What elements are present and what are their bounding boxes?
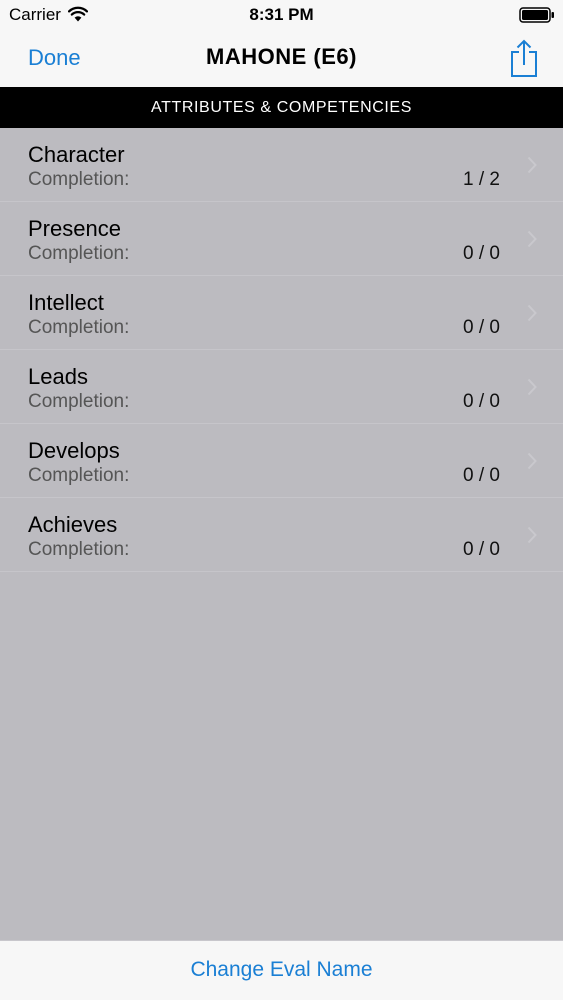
- row-title: Develops: [28, 438, 120, 463]
- row-title: Leads: [28, 364, 88, 389]
- chevron-right-icon: [527, 378, 537, 396]
- completion-count: 0 / 0: [463, 243, 500, 264]
- chevron-right-icon: [527, 230, 537, 248]
- row-subtitle: Completion:: [28, 243, 130, 264]
- status-time: 8:31 PM: [249, 5, 314, 24]
- completion-count: 0 / 0: [463, 391, 500, 412]
- completion-count: 0 / 0: [463, 465, 500, 486]
- bottom-toolbar: Change Eval Name: [0, 940, 563, 1000]
- screen: Carrier 8:31 PM Done MAHONE (E6) ATTRIBU…: [0, 0, 563, 1000]
- row-subtitle: Completion:: [28, 317, 130, 338]
- completion-count: 0 / 0: [463, 317, 500, 338]
- completion-count: 0 / 0: [463, 539, 500, 560]
- competency-list: Character Completion: 1 / 2 Presence Com…: [0, 128, 563, 572]
- row-title: Intellect: [28, 290, 104, 315]
- list-item-character[interactable]: Character Completion: 1 / 2: [0, 128, 563, 202]
- list-item-intellect[interactable]: Intellect Completion: 0 / 0: [0, 276, 563, 350]
- chevron-right-icon: [527, 156, 537, 174]
- status-bar: Carrier 8:31 PM: [0, 0, 563, 30]
- chevron-right-icon: [527, 452, 537, 470]
- row-subtitle: Completion:: [28, 465, 130, 486]
- row-title: Character: [28, 142, 125, 167]
- battery-icon: [519, 7, 554, 23]
- share-icon[interactable]: [509, 38, 539, 78]
- section-header: ATTRIBUTES & COMPETENCIES: [0, 87, 563, 128]
- chevron-right-icon: [527, 304, 537, 322]
- page-title: MAHONE (E6): [206, 44, 357, 69]
- row-title: Achieves: [28, 512, 118, 537]
- row-subtitle: Completion:: [28, 539, 130, 560]
- change-eval-name-button[interactable]: Change Eval Name: [0, 958, 563, 982]
- navigation-bar: Done MAHONE (E6): [0, 30, 563, 87]
- list-item-develops[interactable]: Develops Completion: 0 / 0: [0, 424, 563, 498]
- row-title: Presence: [28, 216, 121, 241]
- completion-count: 1 / 2: [463, 169, 500, 190]
- list-item-leads[interactable]: Leads Completion: 0 / 0: [0, 350, 563, 424]
- row-subtitle: Completion:: [28, 169, 130, 190]
- list-item-presence[interactable]: Presence Completion: 0 / 0: [0, 202, 563, 276]
- row-subtitle: Completion:: [28, 391, 130, 412]
- list-item-achieves[interactable]: Achieves Completion: 0 / 0: [0, 498, 563, 572]
- chevron-right-icon: [527, 526, 537, 544]
